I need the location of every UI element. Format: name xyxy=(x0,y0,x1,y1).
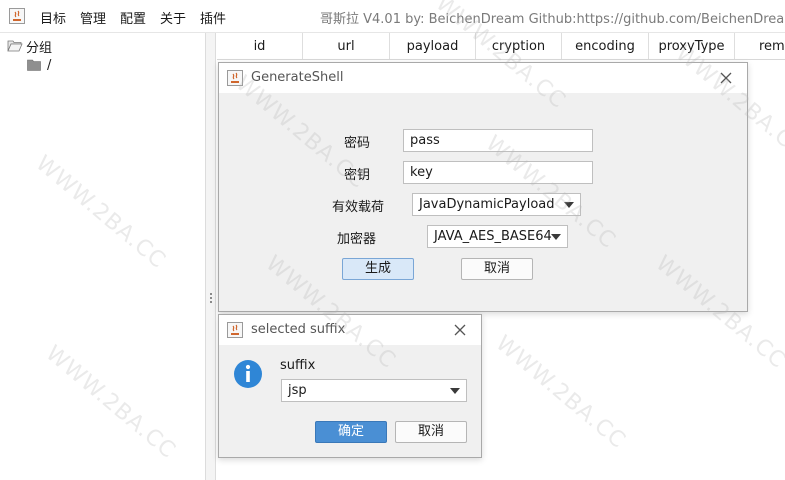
tree-root-group[interactable]: 分组 xyxy=(7,37,53,56)
info-icon xyxy=(233,359,263,389)
column-header-cryption[interactable]: cryption xyxy=(476,33,562,59)
menu-about[interactable]: 关于 xyxy=(160,8,186,27)
chevron-down-icon xyxy=(450,388,460,394)
password-label: 密码 xyxy=(344,136,371,151)
main-titlebar: 目标 管理 配置 关于 插件 哥斯拉 V4.01 by: BeichenDrea… xyxy=(0,0,785,33)
chevron-down-icon xyxy=(564,202,574,208)
password-field[interactable]: pass xyxy=(403,129,593,152)
open-folder-icon xyxy=(7,39,23,53)
tree-child-label: / xyxy=(47,57,52,73)
java-app-icon xyxy=(9,8,25,24)
payload-select-value: JavaDynamicPayload xyxy=(419,197,555,212)
java-app-icon xyxy=(227,322,243,338)
splitter-grip-dot xyxy=(210,293,212,295)
cryption-select[interactable]: JAVA_AES_BASE64 xyxy=(427,225,568,248)
ok-button[interactable]: 确定 xyxy=(315,421,387,443)
generate-button[interactable]: 生成 xyxy=(342,258,414,280)
column-header-payload[interactable]: payload xyxy=(390,33,476,59)
suffix-prompt: suffix xyxy=(280,358,316,373)
column-header-encoding[interactable]: encoding xyxy=(562,33,649,59)
column-header-id[interactable]: id xyxy=(217,33,303,59)
payload-label: 有效载荷 xyxy=(332,200,385,215)
close-icon[interactable] xyxy=(715,67,737,89)
menu-manage[interactable]: 管理 xyxy=(80,8,106,27)
key-field[interactable]: key xyxy=(403,161,593,184)
key-label: 密钥 xyxy=(344,168,371,183)
split-pane-divider[interactable] xyxy=(206,33,216,480)
splitter-grip-dot xyxy=(210,297,212,299)
window-title: 哥斯拉 V4.01 by: BeichenDream Github:https:… xyxy=(320,12,785,27)
column-header-proxytype[interactable]: proxyType xyxy=(649,33,735,59)
tree-child-item[interactable]: / xyxy=(27,56,51,74)
selected-suffix-dialog: selected suffix suffix jsp 确定 取消 xyxy=(218,314,482,458)
selected-suffix-titlebar: selected suffix xyxy=(219,315,481,345)
group-tree: 分组 / xyxy=(0,33,206,480)
java-app-icon xyxy=(227,70,243,86)
suffix-select[interactable]: jsp xyxy=(281,379,467,402)
close-icon[interactable] xyxy=(449,319,471,341)
generate-shell-dialog: GenerateShell 密码 pass 密钥 key 有效载荷 JavaDy… xyxy=(218,62,748,312)
tree-root-label: 分组 xyxy=(26,40,53,56)
selected-suffix-title: selected suffix xyxy=(251,322,346,337)
column-header-remark[interactable]: remark xyxy=(735,33,785,59)
menu-config[interactable]: 配置 xyxy=(120,8,146,27)
suffix-cancel-button[interactable]: 取消 xyxy=(395,421,467,443)
generate-shell-title: GenerateShell xyxy=(251,70,344,85)
menu-plugins[interactable]: 插件 xyxy=(200,8,226,27)
suffix-select-value: jsp xyxy=(288,383,307,398)
splitter-grip-dot xyxy=(210,301,212,303)
generate-cancel-button[interactable]: 取消 xyxy=(461,258,533,280)
cryption-select-value: JAVA_AES_BASE64 xyxy=(434,229,552,244)
folder-icon xyxy=(27,59,41,71)
generate-shell-titlebar: GenerateShell xyxy=(219,63,747,93)
payload-select[interactable]: JavaDynamicPayload xyxy=(412,193,581,216)
table-header: id url payload cryption encoding proxyTy… xyxy=(217,33,785,60)
menu-target[interactable]: 目标 xyxy=(40,8,66,27)
cryption-label: 加密器 xyxy=(337,232,377,247)
column-header-url[interactable]: url xyxy=(303,33,390,59)
chevron-down-icon xyxy=(551,234,561,240)
